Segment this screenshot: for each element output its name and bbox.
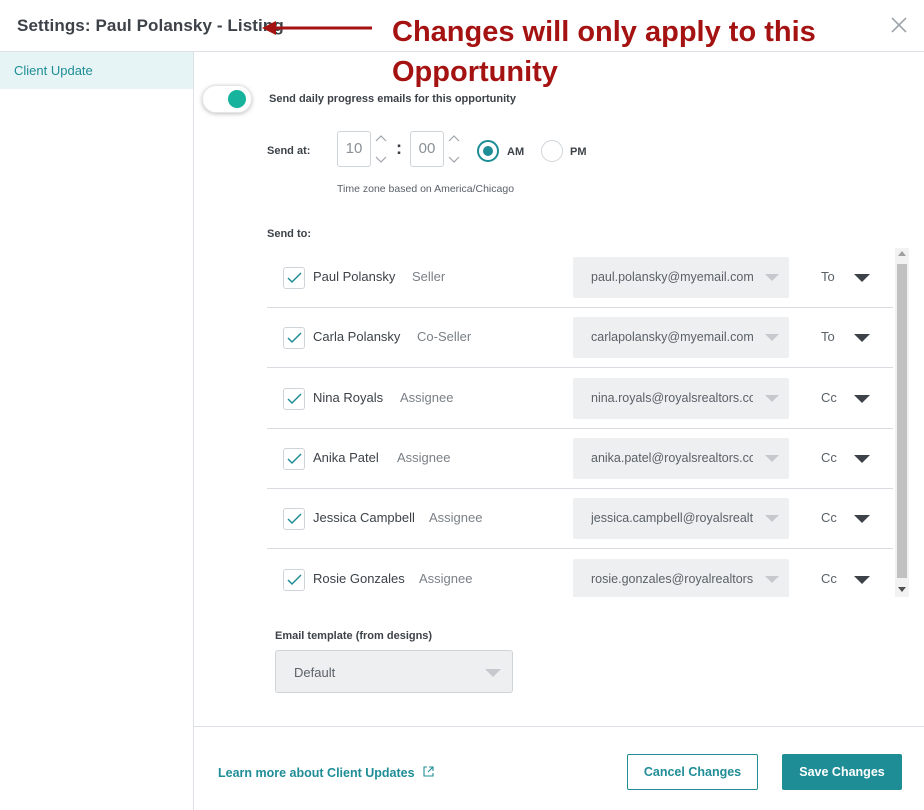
- template-value: Default: [294, 665, 336, 680]
- chevron-down-icon: [765, 575, 779, 583]
- template-select[interactable]: Default: [275, 650, 513, 693]
- sidebar-item-label: Client Update: [14, 63, 93, 78]
- toggle-label: Send daily progress emails for this oppo…: [269, 93, 516, 105]
- recipient-email-select[interactable]: rosie.gonzales@royalrealtors.com: [573, 558, 789, 597]
- close-icon[interactable]: [886, 12, 912, 38]
- time-colon: :: [396, 138, 402, 158]
- recipient-type[interactable]: To: [821, 329, 835, 344]
- recipient-checkbox[interactable]: [283, 568, 305, 591]
- chevron-down-icon[interactable]: [854, 334, 870, 343]
- recipient-role: Seller: [412, 269, 446, 284]
- recipient-name: Rosie Gonzales: [313, 570, 405, 586]
- chevron-down-icon: [765, 454, 779, 462]
- recipient-email: paul.polansky@myemail.com: [591, 270, 753, 284]
- template-label: Email template (from designs): [275, 630, 433, 642]
- am-radio[interactable]: [477, 140, 499, 162]
- pm-label: PM: [570, 146, 587, 158]
- recipient-list: Paul Polansky Seller paul.polansky@myemail…: [267, 248, 893, 597]
- checkmark-icon: [287, 573, 302, 585]
- recipient-checkbox[interactable]: [283, 327, 305, 350]
- recipient-checkbox[interactable]: [283, 267, 305, 289]
- recipient-role: Assignee: [419, 570, 473, 586]
- recipient-checkbox[interactable]: [283, 387, 305, 410]
- send-at-label: Send at:: [267, 145, 311, 157]
- chevron-down-icon: [765, 334, 779, 342]
- dialog-title: Settings: Paul Polansky - Listing: [17, 16, 284, 35]
- recipient-type[interactable]: Cc: [821, 510, 837, 525]
- recipient-row: Paul Polansky Seller paul.polansky@myemail…: [267, 248, 893, 308]
- dialog-header: Settings: Paul Polansky - Listing Change…: [0, 0, 924, 88]
- recipient-email: anika.patel@royalsrealtors.com: [591, 450, 753, 465]
- recipient-row: Rosie Gonzales Assignee rosie.gonzales@roy…: [267, 550, 893, 597]
- scroll-up-icon[interactable]: [898, 251, 906, 256]
- recipient-type[interactable]: Cc: [821, 571, 837, 586]
- recipient-role: Assignee: [397, 449, 451, 465]
- recipient-row: Nina Royals Assignee nina.royals@royalsrea…: [267, 369, 893, 429]
- settings-sidebar: Client Update: [0, 52, 194, 810]
- recipient-name: Paul Polansky: [313, 269, 396, 284]
- recipient-email: carlapolansky@myemail.com: [591, 330, 753, 345]
- cancel-changes-button[interactable]: Cancel Changes: [627, 754, 758, 790]
- scroll-down-icon[interactable]: [898, 587, 906, 592]
- recipient-email-select[interactable]: carlapolansky@myemail.com: [573, 317, 789, 359]
- recipient-role: Assignee: [429, 510, 483, 526]
- chevron-down-icon[interactable]: [854, 274, 870, 282]
- sidebar-item-client-update[interactable]: Client Update: [0, 52, 193, 89]
- daily-emails-toggle[interactable]: [202, 85, 252, 113]
- recipient-checkbox[interactable]: [283, 447, 305, 470]
- scroll-thumb[interactable]: [897, 264, 907, 578]
- recipient-row: Carla Polansky Co-Seller carlapolansky@mye…: [267, 308, 893, 369]
- recipient-name: Nina Royals: [313, 389, 384, 405]
- recipient-email: nina.royals@royalsrealtors.com: [591, 390, 753, 405]
- checkmark-icon: [287, 332, 302, 344]
- chevron-down-icon: [765, 515, 779, 523]
- recipient-role: Assignee: [400, 389, 454, 405]
- recipient-row: Anika Patel Assignee anika.patel@royalsrea…: [267, 429, 893, 489]
- recipient-email: rosie.gonzales@royalrealtors.com: [591, 571, 753, 586]
- annotation-arrow-icon: [262, 21, 372, 35]
- checkmark-icon: [287, 393, 302, 404]
- checkmark-icon: [287, 513, 302, 525]
- recipient-type[interactable]: Cc: [821, 390, 837, 405]
- pm-radio[interactable]: [541, 140, 563, 162]
- chevron-down-icon[interactable]: [854, 394, 870, 403]
- send-to-label: Send to:: [267, 228, 311, 240]
- chevron-down-icon: [485, 669, 501, 677]
- hour-stepper-icon[interactable]: [373, 132, 389, 166]
- chevron-down-icon[interactable]: [854, 575, 870, 584]
- recipient-email: jessica.campbell@royalsrealtors.com: [591, 511, 753, 526]
- chevron-down-icon[interactable]: [854, 515, 870, 524]
- checkmark-icon: [287, 272, 302, 284]
- recipient-row: Jessica Campbell Assignee jessica.campbell…: [267, 489, 893, 550]
- chevron-down-icon[interactable]: [854, 454, 870, 463]
- recipient-email-select[interactable]: paul.polansky@myemail.com: [573, 257, 789, 298]
- recipient-type[interactable]: To: [821, 269, 835, 284]
- minute-stepper-icon[interactable]: [446, 132, 462, 166]
- recipient-name: Jessica Campbell: [313, 510, 415, 526]
- recipient-name: Carla Polansky: [313, 329, 401, 345]
- recipient-email-select[interactable]: jessica.campbell@royalsrealtors.com: [573, 498, 789, 540]
- recipient-list-scrollbar[interactable]: [895, 248, 909, 597]
- toggle-knob: [228, 90, 246, 108]
- footer-divider: [194, 726, 924, 727]
- chevron-down-icon: [765, 274, 779, 281]
- checkmark-icon: [287, 453, 302, 464]
- recipient-checkbox[interactable]: [283, 508, 305, 531]
- save-changes-button[interactable]: Save Changes: [782, 754, 902, 790]
- recipient-email-select[interactable]: nina.royals@royalsrealtors.com: [573, 377, 789, 419]
- external-link-icon[interactable]: [423, 766, 434, 777]
- am-label: AM: [507, 146, 525, 158]
- chevron-down-icon: [765, 394, 779, 402]
- recipient-role: Co-Seller: [417, 329, 472, 345]
- recipient-email-select[interactable]: anika.patel@royalsrealtors.com: [573, 437, 789, 479]
- annotation-text: Changes will only apply to this Opportun…: [392, 16, 816, 88]
- minute-input[interactable]: 00: [410, 131, 444, 167]
- learn-more-link[interactable]: Learn more about Client Updates: [218, 766, 415, 780]
- timezone-note: Time zone based on America/Chicago: [337, 183, 515, 195]
- hour-input[interactable]: 10: [337, 131, 371, 167]
- recipient-name: Anika Patel: [313, 449, 379, 465]
- recipient-type[interactable]: Cc: [821, 450, 837, 465]
